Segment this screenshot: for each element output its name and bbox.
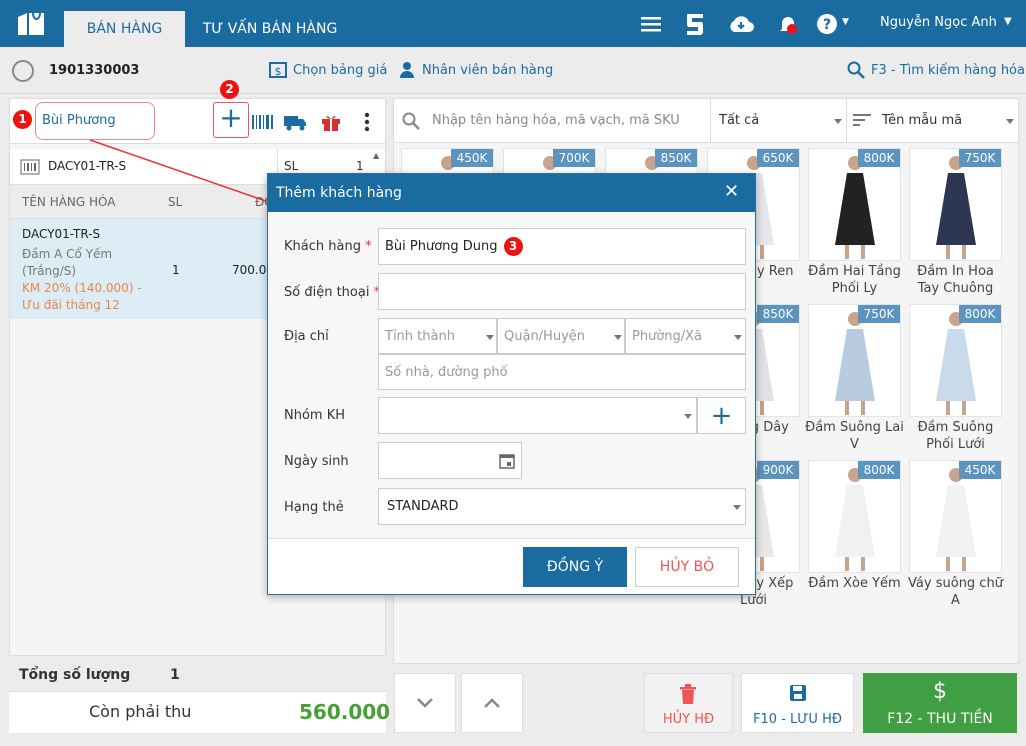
birthday-label: Ngày sinh [284, 454, 349, 469]
dialog-footer: ĐỒNG Ý HỦY BỎ [268, 538, 755, 594]
customer-group-label: Nhóm KH [284, 408, 346, 423]
district-placeholder: Quận/Huyện [504, 328, 586, 344]
chevron-down-icon [733, 505, 741, 510]
ward-placeholder: Phường/Xã [632, 328, 703, 344]
customer-group-select[interactable] [378, 397, 697, 434]
phone-input[interactable] [378, 273, 746, 310]
calendar-icon[interactable] [499, 453, 515, 469]
province-select[interactable]: Tỉnh thành [378, 318, 497, 354]
chevron-down-icon [614, 335, 622, 340]
chevron-down-icon [486, 335, 494, 340]
card-tier-select[interactable]: STANDARD [378, 488, 746, 525]
phone-label: Số điện thoại * [284, 285, 381, 300]
annotation-3: 3 [503, 237, 523, 256]
cancel-button[interactable]: HỦY BỎ [635, 547, 739, 587]
dialog-title: Thêm khách hàng [276, 185, 402, 201]
chevron-down-icon [684, 414, 692, 419]
birthday-input[interactable] [378, 442, 522, 479]
add-group-button[interactable]: + [697, 397, 746, 434]
customer-name-input[interactable]: Bùi Phương Dung 3 [378, 228, 746, 265]
street-placeholder: Số nhà, đường phố [385, 364, 508, 380]
close-icon[interactable]: ✕ [724, 181, 739, 202]
chevron-down-icon [734, 335, 742, 340]
dialog-body: Khách hàng * Bùi Phương Dung 3 Số điện t… [268, 212, 755, 538]
customer-name-value: Bùi Phương Dung [385, 239, 498, 254]
add-customer-dialog: Thêm khách hàng ✕ Khách hàng * Bùi Phươn… [267, 173, 756, 595]
confirm-button[interactable]: ĐỒNG Ý [523, 547, 627, 587]
dialog-header: Thêm khách hàng ✕ [268, 174, 755, 212]
card-tier-label: Hạng thẻ [284, 500, 344, 515]
customer-name-label-text: Khách hàng [284, 239, 361, 254]
province-placeholder: Tỉnh thành [385, 328, 455, 344]
card-tier-value: STANDARD [387, 499, 459, 514]
customer-name-label: Khách hàng * [284, 239, 372, 254]
district-select[interactable]: Quận/Huyện [497, 318, 625, 354]
street-input[interactable]: Số nhà, đường phố [378, 354, 746, 390]
ward-select[interactable]: Phường/Xã [625, 318, 746, 354]
phone-label-text: Số điện thoại [284, 285, 370, 300]
address-label: Địa chỉ [284, 329, 329, 344]
